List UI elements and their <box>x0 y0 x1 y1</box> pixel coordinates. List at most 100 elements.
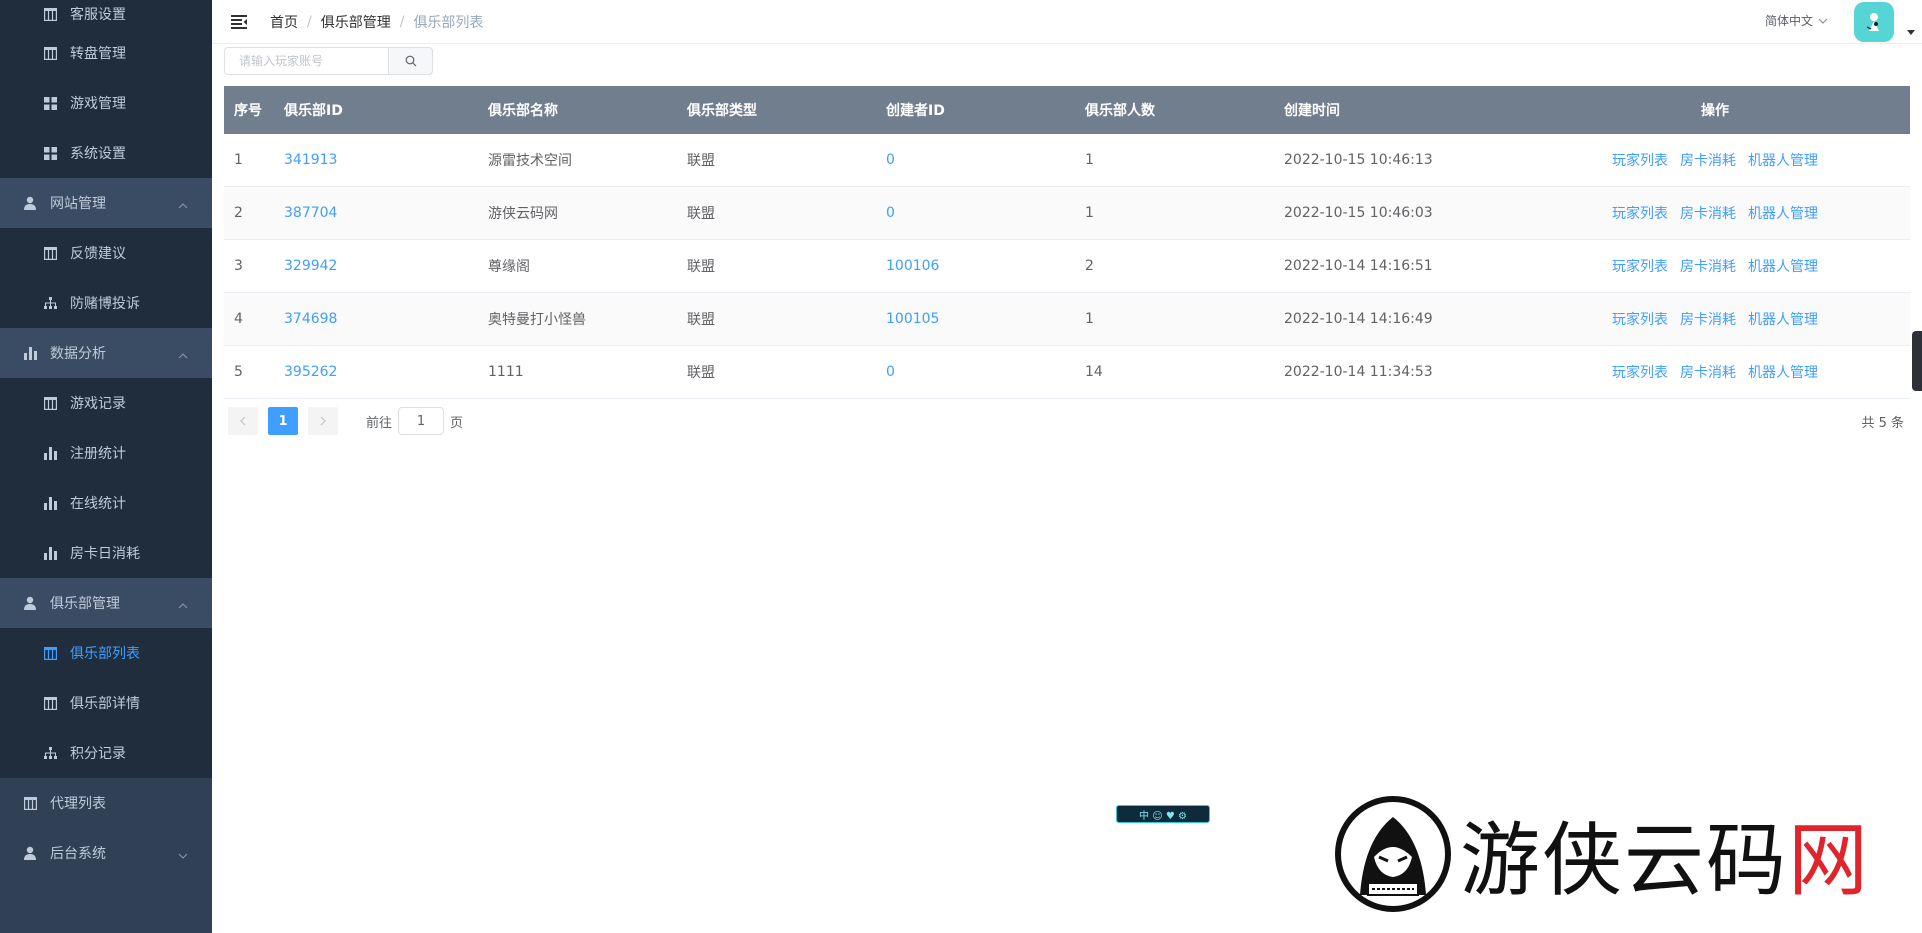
side-scroll-handle[interactable] <box>1912 331 1922 391</box>
caret-down-icon[interactable] <box>1906 27 1916 37</box>
sidebar-item-11[interactable]: 房卡日消耗 <box>0 528 212 578</box>
cell-club-name-value: 1111 <box>488 364 524 380</box>
cell-created-time: 2022-10-14 11:34:53 <box>1274 345 1520 399</box>
sidebar-group-7[interactable]: 数据分析 <box>0 328 212 378</box>
cell-actions: 玩家列表 房卡消耗 机器人管理 <box>1520 239 1910 293</box>
chart-icon <box>42 445 58 461</box>
cell-club-id-value[interactable]: 387704 <box>284 205 337 221</box>
cell-creator-id-value[interactable]: 0 <box>886 152 895 168</box>
sidebar-item-6[interactable]: 防赌博投诉 <box>0 278 212 328</box>
cell-created-time: 2022-10-15 10:46:03 <box>1274 186 1520 240</box>
cell-creator-id-value[interactable]: 0 <box>886 364 895 380</box>
sidebar-group-17[interactable]: 后台系统 <box>0 828 212 878</box>
sidebar-item-9[interactable]: 注册统计 <box>0 428 212 478</box>
cell-member-count: 1 <box>1075 292 1274 346</box>
page-jumper: 前往 页 <box>366 407 463 435</box>
player-list-link[interactable]: 玩家列表 <box>1612 365 1668 381</box>
player-list-link[interactable]: 玩家列表 <box>1612 312 1668 328</box>
pagination: 1 前往 页 共 5 条 <box>228 407 1904 435</box>
sidebar: 客服设置 转盘管理 游戏管理系统设置网站管理 反馈建议 防赌博投诉数据分析游戏记录注册统… <box>0 0 212 933</box>
sidebar-item-label: 游戏记录 <box>70 396 126 412</box>
chevron-up-icon <box>178 597 190 609</box>
sidebar-group-16[interactable]: 代理列表 <box>0 778 212 828</box>
cell-club-type: 联盟 <box>677 292 876 346</box>
page-number-button[interactable]: 1 <box>268 407 298 435</box>
sidebar-item-2[interactable]: 游戏管理 <box>0 78 212 128</box>
cell-creator-id-value[interactable]: 0 <box>886 205 895 221</box>
robot-management-link[interactable]: 机器人管理 <box>1748 206 1818 222</box>
cell-club-id-value[interactable]: 374698 <box>284 311 337 327</box>
floating-toolbar-badge[interactable]: 中 ☺ ♥ ⚙ <box>1116 805 1210 823</box>
sidebar-item-label: 数据分析 <box>50 346 106 362</box>
sidebar-item-0[interactable]: 客服设置 <box>0 0 212 28</box>
cell-club-type-value: 联盟 <box>687 365 715 381</box>
sidebar-item-label: 房卡日消耗 <box>70 546 140 562</box>
cell-member-count: 2 <box>1075 239 1274 293</box>
cell-no: 4 <box>224 292 274 346</box>
table-row: 4 374698 奥特曼打小怪兽 联盟 100105 1 2022-10-14 14:16:… <box>224 292 1910 346</box>
table-icon <box>42 45 58 61</box>
cell-club-name-value: 奥特曼打小怪兽 <box>488 312 586 328</box>
cell-created-time: 2022-10-15 10:46:13 <box>1274 134 1520 187</box>
sidebar-group-4[interactable]: 网站管理 <box>0 178 212 228</box>
breadcrumb-home[interactable]: 首页 <box>270 12 298 32</box>
language-selector[interactable]: 简体中文 <box>1765 12 1828 29</box>
total-count: 共 5 条 <box>1861 415 1904 431</box>
breadcrumb-club-management[interactable]: 俱乐部管理 <box>321 12 391 32</box>
robot-management-link[interactable]: 机器人管理 <box>1748 312 1818 328</box>
next-page-button[interactable] <box>308 407 338 435</box>
cell-creator-id-value[interactable]: 100105 <box>886 311 939 327</box>
column-header-club-name: 俱乐部名称 <box>478 86 677 134</box>
hamburger-icon[interactable] <box>228 11 250 33</box>
breadcrumb-club-list: 俱乐部列表 <box>413 14 484 31</box>
cell-club-id-value[interactable]: 329942 <box>284 258 337 274</box>
top-navbar: 首页 / 俱乐部管理 / 俱乐部列表 简体中文 <box>212 0 1922 44</box>
sidebar-item-14[interactable]: 俱乐部详情 <box>0 678 212 728</box>
column-header-actions: 操作 <box>1520 86 1910 134</box>
robot-management-link[interactable]: 机器人管理 <box>1748 259 1818 275</box>
player-account-search-input[interactable] <box>224 47 388 75</box>
sidebar-item-13[interactable]: 俱乐部列表 <box>0 628 212 678</box>
player-list-link[interactable]: 玩家列表 <box>1612 259 1668 275</box>
table-icon <box>22 795 38 811</box>
room-card-usage-link[interactable]: 房卡消耗 <box>1680 365 1736 381</box>
sidebar-item-10[interactable]: 在线统计 <box>0 478 212 528</box>
cell-club-name: 尊缘阁 <box>478 239 677 293</box>
column-header-created-time: 创建时间 <box>1274 86 1520 134</box>
sidebar-item-1[interactable]: 转盘管理 <box>0 28 212 78</box>
cell-creator-id: 100105 <box>876 292 1075 346</box>
sidebar-item-label: 后台系统 <box>50 846 106 862</box>
room-card-usage-link[interactable]: 房卡消耗 <box>1680 259 1736 275</box>
goto-page-input[interactable] <box>398 407 445 435</box>
robot-management-link[interactable]: 机器人管理 <box>1748 365 1818 381</box>
robot-management-link[interactable]: 机器人管理 <box>1748 153 1818 169</box>
sidebar-item-3[interactable]: 系统设置 <box>0 128 212 178</box>
cell-no: 2 <box>224 186 274 240</box>
sidebar-item-15[interactable]: 积分记录 <box>0 728 212 778</box>
room-card-usage-link[interactable]: 房卡消耗 <box>1680 153 1736 169</box>
player-list-link[interactable]: 玩家列表 <box>1612 206 1668 222</box>
cell-club-type-value: 联盟 <box>687 206 715 222</box>
search-button[interactable] <box>388 47 433 75</box>
sidebar-item-label: 系统设置 <box>70 146 126 162</box>
cell-club-id-value[interactable]: 341913 <box>284 152 337 168</box>
player-list-link[interactable]: 玩家列表 <box>1612 153 1668 169</box>
prev-page-button[interactable] <box>228 407 258 435</box>
avatar[interactable] <box>1854 2 1894 42</box>
cell-created-time-value: 2022-10-14 11:34:53 <box>1284 364 1433 380</box>
chart-icon <box>42 545 58 561</box>
sidebar-item-label: 俱乐部管理 <box>50 596 120 612</box>
sidebar-item-5[interactable]: 反馈建议 <box>0 228 212 278</box>
room-card-usage-link[interactable]: 房卡消耗 <box>1680 312 1736 328</box>
cell-club-id: 387704 <box>274 186 478 240</box>
sidebar-item-8[interactable]: 游戏记录 <box>0 378 212 428</box>
page-unit-label: 页 <box>450 415 464 431</box>
sidebar-group-12[interactable]: 俱乐部管理 <box>0 578 212 628</box>
cell-no: 3 <box>224 239 274 293</box>
column-header-creator-id: 创建者ID <box>876 86 1075 134</box>
cell-creator-id-value[interactable]: 100106 <box>886 258 939 274</box>
club-table: 序号 俱乐部ID 俱乐部名称 俱乐部类型 创建者ID 俱乐部人数 创建时间 操作… <box>224 86 1910 399</box>
room-card-usage-link[interactable]: 房卡消耗 <box>1680 206 1736 222</box>
cell-creator-id: 0 <box>876 134 1075 187</box>
cell-club-id-value[interactable]: 395262 <box>284 364 337 380</box>
